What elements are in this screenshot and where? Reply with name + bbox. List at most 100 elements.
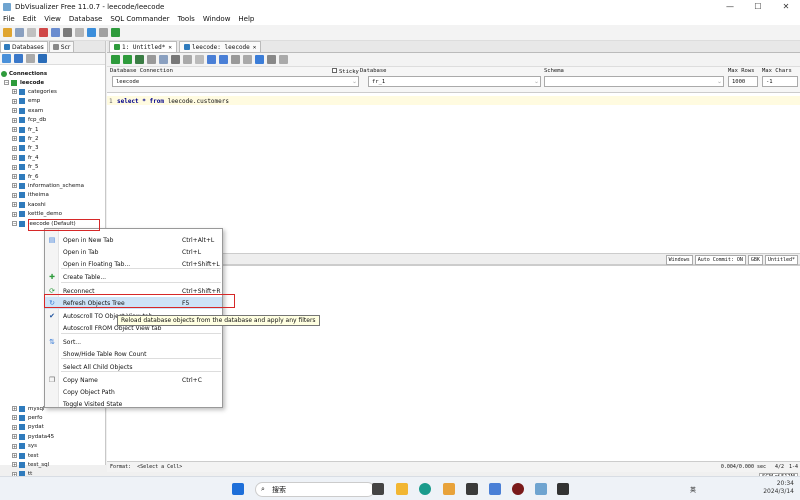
paste-icon[interactable] — [195, 55, 204, 64]
expand-toggle-icon[interactable]: + — [12, 434, 17, 440]
tree-node[interactable]: + fr_6 — [12, 172, 38, 181]
expand-toggle-icon[interactable]: + — [12, 108, 17, 114]
max-rows-input[interactable]: 1000 — [728, 76, 758, 87]
expand-toggle-icon[interactable]: + — [12, 136, 17, 142]
expand-toggle-icon[interactable]: + — [12, 424, 17, 430]
tree-node[interactable]: + pydata45 — [12, 432, 54, 441]
monitor-icon[interactable] — [99, 28, 108, 37]
tab-scripts[interactable]: Scr — [48, 41, 75, 52]
menu-view[interactable]: View — [44, 15, 61, 23]
close-button[interactable]: ✕ — [772, 0, 800, 13]
expand-toggle-icon[interactable]: + — [12, 98, 17, 104]
app-icon[interactable] — [512, 483, 524, 495]
menu-file[interactable]: File — [3, 15, 15, 23]
menu-item-copy-name[interactable]: ❐ Copy Name Ctrl+C — [45, 374, 222, 386]
close-tab-icon[interactable]: ✕ — [168, 44, 172, 51]
app-icon[interactable] — [557, 483, 569, 495]
execute-current-icon[interactable] — [123, 55, 132, 64]
tree-node[interactable]: + information_schema — [12, 181, 84, 190]
expand-toggle-icon[interactable]: + — [12, 155, 17, 161]
expand-toggle-icon[interactable]: + — [12, 127, 17, 132]
tree-node[interactable]: + itheima — [12, 191, 49, 200]
maximize-button[interactable]: ☐ — [744, 0, 772, 13]
format-icon[interactable] — [243, 55, 252, 64]
sticky-checkbox[interactable]: Sticky — [332, 68, 359, 75]
tree-node[interactable]: + emp — [12, 97, 40, 106]
edge-icon[interactable] — [419, 483, 431, 495]
auto-commit-button[interactable]: Auto Commit: ON — [694, 255, 746, 265]
connect-icon[interactable] — [39, 28, 48, 37]
task-view-icon[interactable] — [372, 483, 384, 495]
start-icon[interactable] — [232, 483, 244, 495]
layout-icon[interactable] — [255, 55, 264, 64]
tab-leecode[interactable]: leecode: leecode ✕ — [178, 41, 262, 52]
window-icon[interactable] — [87, 28, 96, 37]
filter-icon[interactable] — [38, 54, 47, 63]
expand-toggle-icon[interactable]: + — [12, 192, 17, 198]
copy-icon[interactable] — [75, 28, 84, 37]
menu-item-open-in-tab[interactable]: Open in Tab Ctrl+L — [45, 246, 222, 258]
open-folder-icon[interactable] — [3, 28, 12, 37]
disconnect-icon[interactable] — [51, 28, 60, 37]
tree-node[interactable]: − leecode — [4, 78, 44, 87]
tree-node[interactable]: + fcp_db — [12, 116, 46, 125]
expand-toggle-icon[interactable]: + — [12, 174, 17, 179]
tree-node[interactable]: + fr_3 — [12, 144, 38, 153]
menu-item-copy-object-path[interactable]: Copy Object Path — [45, 386, 222, 398]
menu-item-sort[interactable]: ⇅ Sort... — [45, 336, 222, 348]
tree-node[interactable]: + perfo — [12, 413, 42, 422]
expand-toggle-icon[interactable]: + — [12, 117, 17, 123]
dbvisualizer-icon[interactable] — [535, 483, 547, 495]
max-chars-input[interactable]: -1 — [762, 76, 798, 87]
connection-select[interactable]: leecode ⌵ — [112, 76, 359, 87]
schema-select[interactable]: ⌵ — [544, 76, 724, 87]
clock[interactable]: 20:34 2024/3/14 — [763, 480, 794, 496]
expand-toggle-icon[interactable]: + — [12, 89, 17, 95]
expand-toggle-icon[interactable]: + — [12, 145, 17, 151]
database-select[interactable]: fr_1 ⌵ — [368, 76, 541, 87]
expand-toggle-icon[interactable]: + — [12, 415, 17, 421]
copy-icon[interactable] — [183, 55, 192, 64]
menu-sql-commander[interactable]: SQL Commander — [110, 15, 169, 23]
menu-help[interactable]: Help — [238, 15, 254, 23]
expand-toggle-icon[interactable]: + — [12, 211, 17, 217]
tree-node[interactable]: + test — [12, 451, 39, 460]
menu-item-toggle-visited-state[interactable]: Toggle Visited State — [45, 398, 222, 410]
tree-node[interactable]: + pydat — [12, 423, 44, 432]
tree-node[interactable]: + mysql — [12, 404, 45, 413]
expand-toggle-icon[interactable]: + — [12, 183, 17, 189]
run-icon[interactable] — [111, 28, 120, 37]
expand-toggle-icon[interactable]: + — [12, 406, 17, 411]
connections-root[interactable]: Connections — [1, 69, 47, 78]
new-connection-icon[interactable] — [14, 54, 23, 63]
expand-toggle-icon[interactable]: − — [4, 80, 9, 85]
tab-untitled[interactable]: 1: Untitled* ✕ — [109, 41, 177, 52]
save-all-icon[interactable] — [27, 28, 36, 37]
expand-icon[interactable] — [26, 54, 35, 63]
menu-tools[interactable]: Tools — [178, 15, 195, 23]
taskbar-search[interactable]: ⌕ 搜索 — [255, 482, 375, 497]
connect-link-icon[interactable] — [2, 54, 11, 63]
close-tab-icon[interactable]: ✕ — [253, 44, 257, 51]
tools-icon[interactable] — [231, 55, 240, 64]
editor-name-button[interactable]: Untitled* — [764, 255, 798, 265]
menu-edit[interactable]: Edit — [23, 15, 37, 23]
tab-databases[interactable]: Databases — [0, 41, 48, 52]
expand-toggle-icon[interactable]: + — [12, 164, 17, 170]
file-explorer-icon[interactable] — [396, 483, 408, 495]
expand-toggle-icon[interactable]: + — [12, 453, 17, 458]
tree-node[interactable]: + exam — [12, 106, 43, 115]
execute-icon[interactable] — [111, 55, 120, 64]
panel-icon[interactable] — [279, 55, 288, 64]
tree-node[interactable]: + fr_2 — [12, 134, 38, 143]
back-icon[interactable] — [207, 55, 216, 64]
tree-node[interactable]: + fr_4 — [12, 153, 38, 162]
tree-node[interactable]: + categories — [12, 87, 57, 96]
save-icon[interactable] — [15, 28, 24, 37]
expand-toggle-icon[interactable]: + — [12, 462, 17, 468]
tree-node[interactable]: + fr_1 — [12, 125, 38, 134]
forward-icon[interactable] — [219, 55, 228, 64]
execute-buffer-icon[interactable] — [135, 55, 144, 64]
grid-icon[interactable] — [267, 55, 276, 64]
tree-node[interactable]: + test_sql — [12, 460, 49, 469]
